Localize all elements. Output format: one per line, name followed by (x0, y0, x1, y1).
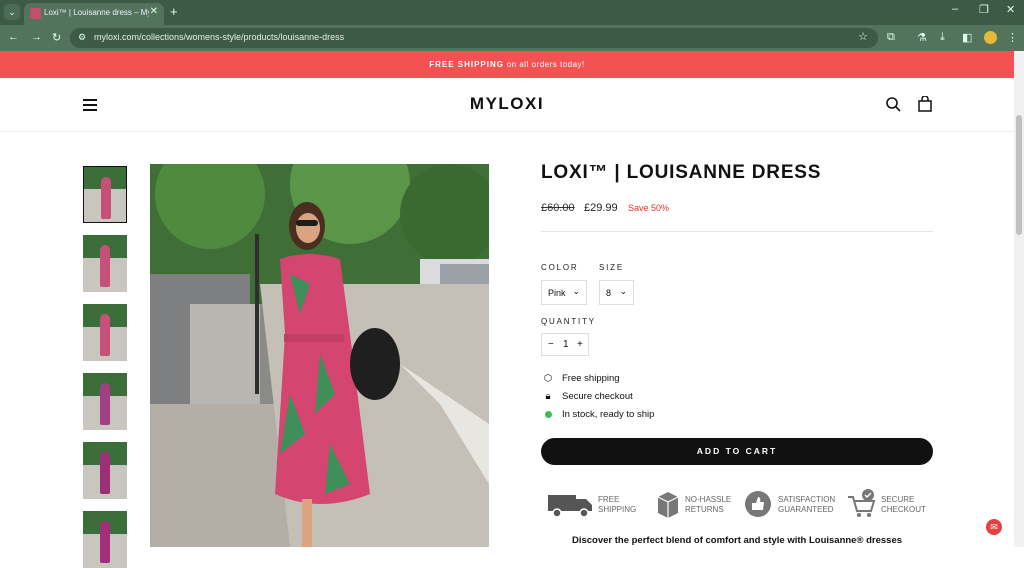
reload-icon[interactable]: ↻ (52, 31, 61, 44)
browser-tab-bar: ⌄ Loxi™ | Louisanne dress – Mylo ✕ + – ❐… (0, 0, 1024, 25)
window-close-icon[interactable]: ✕ (1006, 3, 1015, 16)
forward-icon[interactable]: → (31, 31, 42, 43)
badge-line1: FREE (598, 495, 620, 504)
return-box-icon (657, 492, 679, 518)
minimize-icon[interactable]: – (952, 3, 958, 15)
page-scrollbar[interactable] (1014, 51, 1024, 547)
in-stock-dot-icon (544, 410, 552, 418)
truck-icon (548, 495, 592, 518)
feature-in-stock: In stock, ready to ship (541, 409, 654, 420)
lock-icon: 🔒︎ (545, 391, 551, 402)
profile-avatar[interactable] (984, 31, 997, 44)
quantity-increase-button[interactable]: + (577, 339, 583, 350)
gallery-thumbnail-4[interactable] (83, 373, 127, 430)
banner-text: on all orders today! (506, 60, 585, 69)
badge-line1: NO-HASSLE (685, 495, 732, 504)
size-select[interactable]: 8 ⌄ (599, 280, 634, 305)
main-product-image[interactable] (150, 164, 489, 547)
badge-satisfaction: SATISFACTION GUARANTEED (744, 489, 844, 521)
bookmark-star-icon[interactable]: ☆ (858, 30, 868, 43)
box-icon: ⬡ (543, 373, 553, 384)
restore-icon[interactable]: ❐ (979, 3, 989, 16)
gallery-thumbnail-1[interactable] (83, 166, 127, 223)
product-description-heading: Discover the perfect blend of comfort an… (571, 535, 903, 546)
cart-bag-icon[interactable] (917, 96, 933, 112)
price-divider (541, 231, 933, 232)
add-to-cart-button[interactable]: ADD TO CART (541, 438, 933, 465)
extensions-icon[interactable]: ⧉ (887, 31, 895, 44)
save-badge: Save 50% (628, 203, 670, 213)
search-icon[interactable] (885, 96, 901, 112)
gallery-thumbnail-3[interactable] (83, 304, 127, 361)
download-icon[interactable]: ⤓ (940, 31, 945, 44)
badge-line2: SHIPPING (598, 505, 637, 514)
address-bar[interactable]: ⚙ myloxi.com/collections/womens-style/pr… (70, 28, 878, 48)
gallery-thumbnail-2[interactable] (83, 235, 127, 292)
feature-text: Free shipping (562, 373, 620, 384)
gallery-thumbnail-6[interactable] (83, 511, 127, 568)
original-price: £60.00 (541, 202, 575, 214)
product-title: LOXI™ | LOUISANNE DRESS (541, 162, 822, 183)
announcement-banner: FREE SHIPPING on all orders today! (0, 51, 1014, 78)
feature-text: In stock, ready to ship (562, 409, 655, 420)
chat-widget-icon[interactable]: ✉ (986, 519, 1002, 535)
quantity-label: QUANTITY (541, 317, 596, 326)
quantity-value[interactable]: 1 (563, 339, 569, 350)
size-select-value: 8 (606, 288, 612, 298)
url-text[interactable]: myloxi.com/collections/womens-style/prod… (94, 32, 344, 42)
chevron-down-icon: ⌄ (572, 286, 580, 296)
feature-secure-checkout: 🔒︎ Secure checkout (541, 391, 633, 402)
labs-icon[interactable]: ⚗ (917, 31, 927, 44)
badge-line2: RETURNS (685, 505, 724, 514)
tab-title: Loxi™ | Louisanne dress – Mylo (44, 8, 149, 17)
back-icon[interactable]: ← (8, 31, 19, 43)
tab-favicon-icon (30, 8, 41, 19)
site-info-icon[interactable]: ⚙ (78, 32, 86, 43)
banner-bold-text: FREE SHIPPING (429, 60, 504, 69)
badge-returns: NO-HASSLE RETURNS (655, 489, 735, 521)
sale-price: £29.99 (584, 202, 618, 214)
scrollbar-thumb[interactable] (1016, 115, 1022, 235)
badge-secure-checkout: SECURE CHECKOUT (846, 489, 936, 521)
badge-line1: SATISFACTION (778, 495, 836, 504)
size-label: SIZE (599, 263, 624, 272)
thumbs-up-icon (745, 491, 771, 517)
site-logo[interactable]: MYLOXI (0, 94, 1014, 114)
side-panel-icon[interactable]: ◧ (962, 31, 972, 44)
badge-free-shipping: FREE SHIPPING (548, 489, 648, 521)
new-tab-button[interactable]: + (170, 4, 178, 19)
tab-search-button[interactable]: ⌄ (4, 4, 20, 20)
feature-text: Secure checkout (562, 391, 633, 402)
feature-free-shipping: ⬡ Free shipping (541, 373, 620, 384)
quantity-stepper: − 1 + (541, 333, 589, 356)
browser-tab[interactable]: Loxi™ | Louisanne dress – Mylo ✕ (24, 3, 164, 25)
gallery-thumbnail-5[interactable] (83, 442, 127, 499)
secure-cart-icon (848, 489, 876, 517)
menu-icon[interactable]: ⋮ (1007, 31, 1018, 44)
color-label: COLOR (541, 263, 579, 272)
badge-line1: SECURE (881, 495, 915, 504)
site-header: MYLOXI (0, 78, 1014, 132)
quantity-decrease-button[interactable]: − (548, 339, 554, 350)
color-select-value: Pink (548, 288, 566, 298)
badge-line2: CHECKOUT (881, 505, 926, 514)
badge-line2: GUARANTEED (778, 505, 834, 514)
chevron-down-icon: ⌄ (619, 286, 627, 296)
tab-close-icon[interactable]: ✕ (150, 6, 158, 17)
color-select[interactable]: Pink ⌄ (541, 280, 587, 305)
address-toolbar: ← → ↻ ⚙ myloxi.com/collections/womens-st… (0, 25, 1024, 51)
